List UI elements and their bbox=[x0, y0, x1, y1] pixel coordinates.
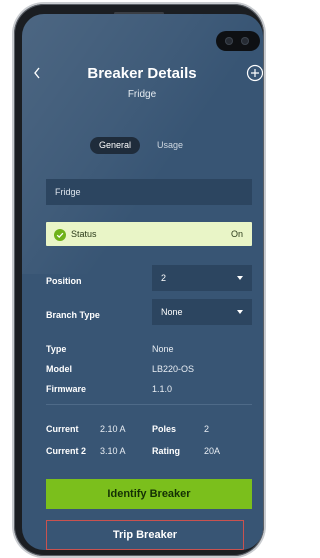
position-select[interactable]: 2 bbox=[152, 265, 252, 291]
current-value: 2.10 A bbox=[100, 424, 126, 434]
divider bbox=[46, 404, 252, 405]
current2-label: Current 2 bbox=[46, 446, 87, 456]
app-screen: Breaker Details Fridge General Usage Fri… bbox=[22, 14, 263, 550]
type-value: None bbox=[152, 344, 174, 354]
add-icon[interactable] bbox=[246, 64, 263, 82]
poles-value: 2 bbox=[204, 424, 210, 434]
poles-label: Poles bbox=[152, 424, 177, 434]
tab-usage[interactable]: Usage bbox=[150, 137, 190, 154]
tab-general[interactable]: General bbox=[90, 137, 140, 154]
position-value: 2 bbox=[161, 273, 167, 283]
rating-label: Rating bbox=[152, 446, 180, 456]
branch-type-select[interactable]: None bbox=[152, 299, 252, 325]
back-icon[interactable] bbox=[32, 66, 46, 84]
current-label: Current bbox=[46, 424, 79, 434]
position-label: Position bbox=[46, 276, 82, 286]
page-title: Breaker Details bbox=[87, 65, 197, 82]
firmware-label: Firmware bbox=[46, 384, 87, 394]
identify-breaker-button[interactable]: Identify Breaker bbox=[46, 479, 252, 509]
model-value: LB220-OS bbox=[152, 364, 195, 374]
type-label: Type bbox=[46, 344, 67, 354]
model-label: Model bbox=[46, 364, 72, 374]
status-bar[interactable]: Status On bbox=[46, 222, 252, 246]
firmware-value: 1.1.0 bbox=[152, 384, 173, 394]
chevron-down-icon bbox=[237, 310, 243, 314]
front-camera bbox=[216, 31, 260, 51]
chevron-down-icon bbox=[237, 276, 243, 280]
trip-breaker-button[interactable]: Trip Breaker bbox=[46, 520, 244, 550]
rating-value: 20A bbox=[204, 446, 221, 456]
branch-type-value: None bbox=[161, 307, 183, 317]
branch-type-label: Branch Type bbox=[46, 310, 100, 320]
page-subtitle: Fridge bbox=[127, 89, 157, 100]
camera-lens-icon bbox=[241, 37, 249, 45]
camera-lens-icon bbox=[225, 37, 233, 45]
breaker-name-field[interactable]: Fridge bbox=[46, 179, 252, 205]
check-circle-icon bbox=[54, 228, 66, 241]
status-value: On bbox=[230, 229, 243, 239]
current2-value: 3.10 A bbox=[100, 446, 126, 456]
status-label: Status bbox=[71, 229, 97, 239]
